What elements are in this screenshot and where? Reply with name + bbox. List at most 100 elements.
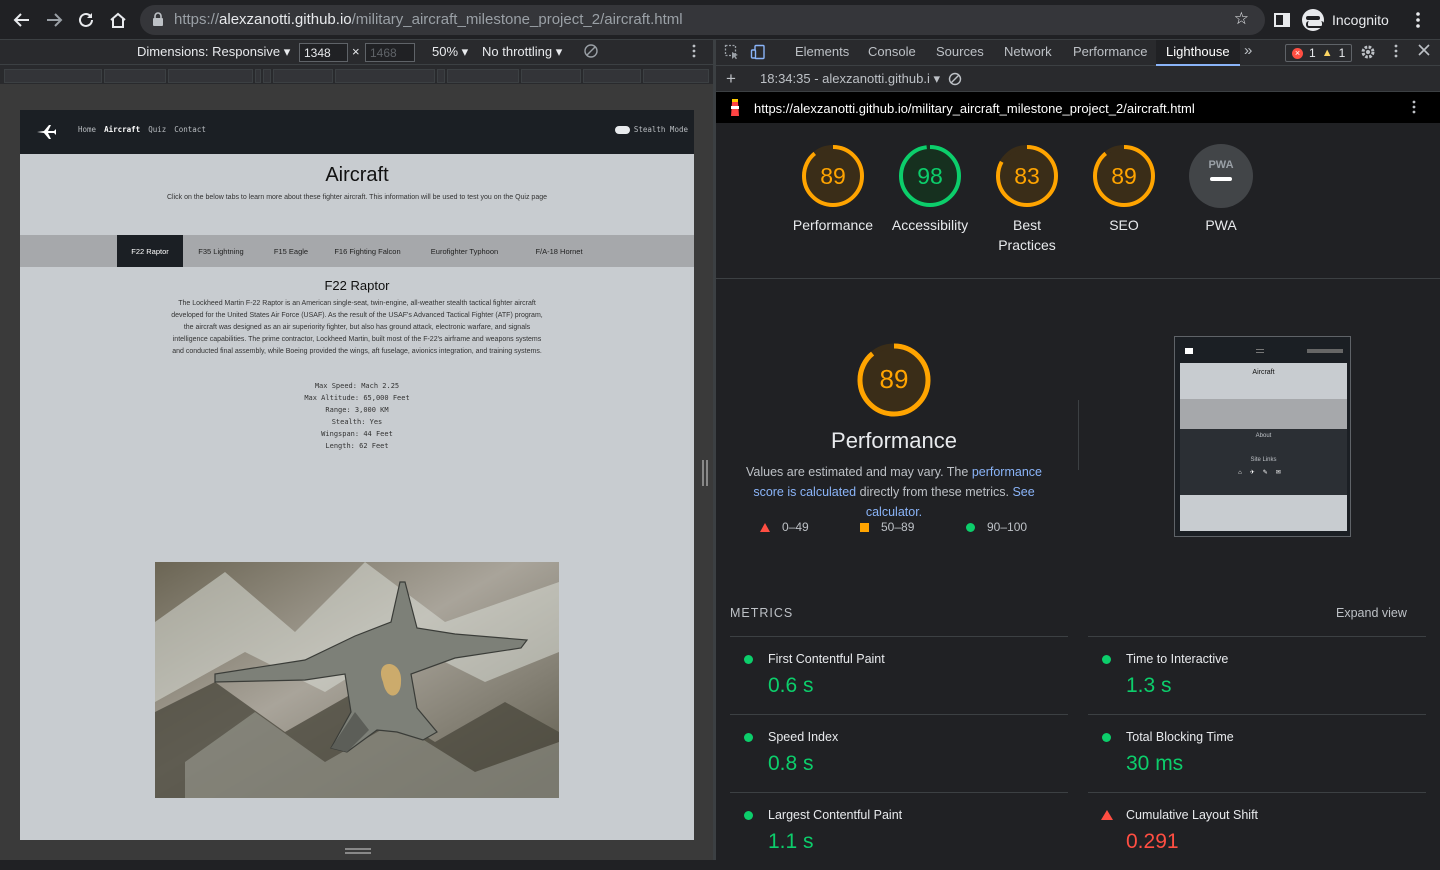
- incognito-profile-button[interactable]: Incognito: [1302, 8, 1389, 32]
- gauge-score: 89: [1111, 163, 1137, 189]
- tab-f16-fighting-falcon[interactable]: F16 Fighting Falcon: [325, 235, 410, 267]
- home-icon[interactable]: [106, 8, 130, 32]
- url-text: https://alexzanotti.github.io/military_a…: [174, 11, 683, 28]
- bookmark-star-icon[interactable]: ☆: [1234, 9, 1249, 29]
- close-devtools-icon[interactable]: [1418, 44, 1430, 59]
- viewport-resize-handle[interactable]: [702, 460, 708, 486]
- devtools-tab-lighthouse[interactable]: Lighthouse: [1156, 40, 1240, 66]
- pass-dot-icon: [1102, 655, 1111, 664]
- tab-f-a-18-hornet[interactable]: F/A-18 Hornet: [520, 235, 598, 267]
- gauge-best-practices[interactable]: 83 Best Practices: [977, 143, 1077, 255]
- metric-first-contentful-paint: First Contentful Paint 0.6 s: [730, 636, 1068, 714]
- device-toolbar-menu-icon[interactable]: [692, 44, 696, 61]
- stealth-mode-toggle[interactable]: Stealth Mode: [614, 125, 688, 134]
- toggle-switch-icon[interactable]: [614, 125, 630, 134]
- rotate-icon[interactable]: [584, 44, 598, 61]
- pwa-dash: [1210, 177, 1232, 181]
- clear-reports-icon[interactable]: [948, 72, 962, 89]
- back-icon[interactable]: [10, 8, 34, 32]
- performance-heading: Performance: [831, 428, 957, 453]
- page-intro: Click on the below tabs to learn more ab…: [166, 194, 548, 201]
- page-screenshot-thumbnail[interactable]: Aircraft About Site Links ⌂✈✎✉: [1174, 336, 1351, 537]
- spec-line: Stealth: Yes: [331, 418, 383, 426]
- tab-f15-eagle[interactable]: F15 Eagle: [262, 235, 320, 267]
- devtools-tab-network[interactable]: Network: [1004, 44, 1052, 59]
- metric-speed-index: Speed Index 0.8 s: [730, 714, 1068, 792]
- metric-value: 0.6 s: [768, 674, 814, 697]
- thumb-title: Aircraft: [1180, 363, 1347, 399]
- pass-dot-icon: [744, 733, 753, 742]
- dimensions-dropdown[interactable]: Dimensions: Responsive ▾: [137, 44, 290, 60]
- metric-name: Total Blocking Time: [1126, 730, 1234, 744]
- report-menu-icon[interactable]: [1412, 100, 1416, 117]
- zoom-dropdown[interactable]: 50% ▾: [432, 44, 468, 60]
- height-input[interactable]: 1468: [365, 43, 415, 62]
- inspect-element-icon[interactable]: [724, 44, 740, 63]
- fail-triangle-icon: [1101, 810, 1113, 820]
- new-report-icon[interactable]: +: [726, 69, 736, 89]
- warning-count: 1: [1338, 46, 1346, 60]
- address-bar[interactable]: https://alexzanotti.github.io/military_a…: [140, 5, 1265, 35]
- report-select[interactable]: 18:34:35 - alexzanotti.github.i ▾: [760, 71, 940, 87]
- lock-icon: [153, 12, 163, 26]
- page-title: Aircraft: [325, 164, 389, 186]
- tab-f35-lightning[interactable]: F35 Lightning: [186, 235, 256, 267]
- more-tabs-icon[interactable]: »: [1244, 42, 1252, 59]
- jet-logo-icon[interactable]: [36, 122, 56, 142]
- gauge-label: Performance: [792, 217, 874, 233]
- device-toggle-icon[interactable]: [750, 44, 766, 63]
- metric-value: 1.1 s: [768, 830, 814, 853]
- devtools-tabbar: Elements Console Sources Network Performance…: [716, 40, 1440, 66]
- gauge-pwa[interactable]: PWA PWA: [1171, 143, 1271, 235]
- metric-name: Cumulative Layout Shift: [1126, 808, 1259, 822]
- metric-value: 30 ms: [1126, 752, 1184, 775]
- reload-icon[interactable]: [74, 8, 98, 32]
- aircraft-description: The Lockheed Martin F-22 Raptor is an Am…: [171, 300, 543, 355]
- width-input[interactable]: 1348: [299, 43, 348, 62]
- tab-f22-raptor[interactable]: F22 Raptor: [117, 235, 183, 267]
- site-nav-link-aircraft[interactable]: Aircraft: [104, 125, 140, 134]
- side-panel-icon[interactable]: [1270, 8, 1294, 32]
- media-query-bar[interactable]: [0, 64, 713, 84]
- forward-icon[interactable]: [42, 8, 66, 32]
- settings-gear-icon[interactable]: [1360, 44, 1376, 63]
- pass-dot-icon: [744, 655, 753, 664]
- site-nav-link-contact[interactable]: Contact: [174, 125, 206, 134]
- website-page: Home Aircraft Quiz Contact Stealth Mode Air…: [20, 110, 694, 840]
- report-url: https://alexzanotti.github.io/military_a…: [754, 101, 1195, 116]
- performance-score-large: 89: [880, 364, 909, 394]
- devtools-menu-icon[interactable]: [1394, 44, 1398, 61]
- aircraft-name: F22 Raptor: [324, 278, 390, 293]
- stealth-mode-label: Stealth Mode: [633, 125, 688, 134]
- thumb-site-links: Site Links: [1250, 457, 1277, 463]
- gauge-performance[interactable]: 89 Performance: [783, 143, 883, 235]
- aircraft-tabs: F22 Raptor F35 Lightning F15 Eagle F16 Figh…: [20, 235, 694, 267]
- gauge-seo[interactable]: 89 SEO: [1074, 143, 1174, 235]
- metric-total-blocking-time: Total Blocking Time 30 ms: [1088, 714, 1426, 792]
- error-icon: ×: [1292, 47, 1303, 59]
- issues-counter[interactable]: × 1 ▲ 1: [1285, 44, 1353, 62]
- devtools-tab-console[interactable]: Console: [868, 44, 916, 59]
- tab-eurofighter-typhoon[interactable]: Eurofighter Typhoon: [419, 235, 510, 267]
- browser-menu-icon[interactable]: [1406, 8, 1430, 32]
- throttling-dropdown[interactable]: No throttling ▾: [482, 44, 562, 60]
- devtools-tab-performance[interactable]: Performance: [1073, 44, 1147, 59]
- lighthouse-logo-icon: [728, 99, 742, 120]
- viewport-bottom-handle[interactable]: [345, 848, 371, 854]
- site-nav-link-home[interactable]: Home: [78, 125, 96, 134]
- gauge-accessibility[interactable]: 98 Accessibility: [880, 143, 980, 235]
- devtools-tab-sources[interactable]: Sources: [936, 44, 984, 59]
- gauge-score: 89: [820, 163, 846, 189]
- incognito-icon: [1302, 9, 1324, 31]
- devtools-tab-elements[interactable]: Elements: [795, 44, 849, 59]
- expand-view-button[interactable]: Expand view: [1336, 606, 1407, 620]
- lighthouse-report-header: https://alexzanotti.github.io/military_a…: [716, 92, 1440, 123]
- gauge-label: Accessibility: [891, 217, 969, 233]
- browser-toolbar: https://alexzanotti.github.io/military_a…: [0, 0, 1440, 40]
- lighthouse-toolbar: + 18:34:35 - alexzanotti.github.i ▾: [716, 66, 1440, 92]
- legend-fail: 0–49: [760, 520, 809, 534]
- metric-value: 0.8 s: [768, 752, 814, 775]
- site-nav-link-quiz[interactable]: Quiz: [148, 125, 166, 134]
- aircraft-specs: Max Speed: Mach 2.25 Max Altitude: 65,000…: [20, 380, 694, 452]
- metric-time-to-interactive: Time to Interactive 1.3 s: [1088, 636, 1426, 714]
